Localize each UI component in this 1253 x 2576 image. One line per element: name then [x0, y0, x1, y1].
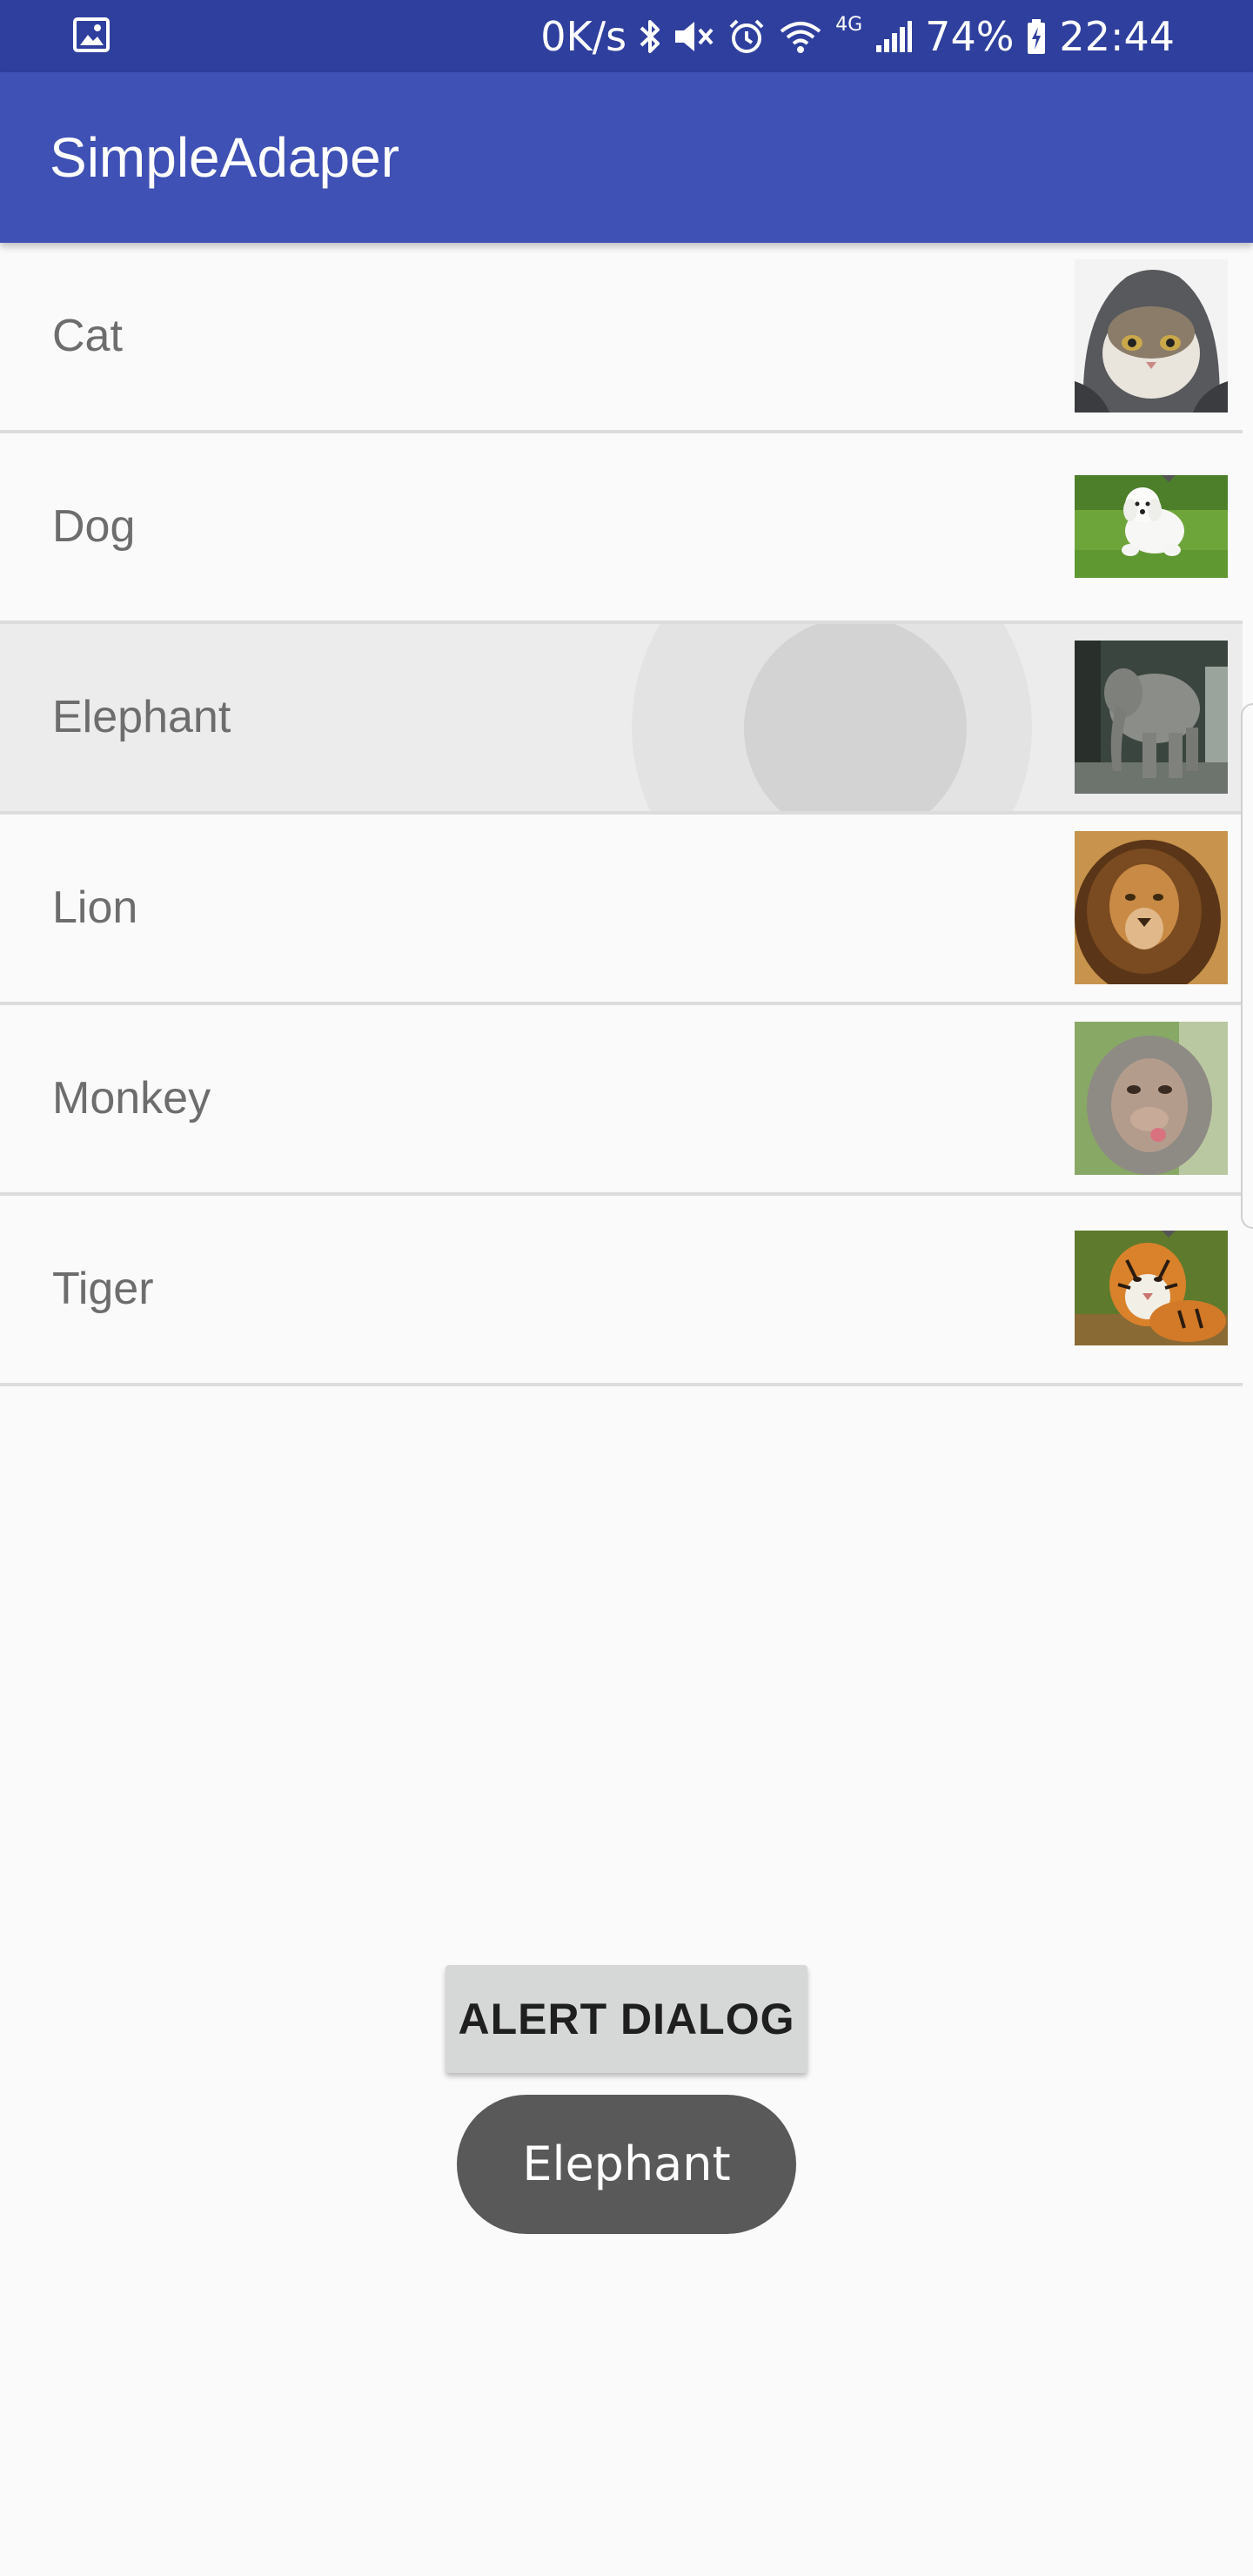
- list-item-lion[interactable]: Lion: [0, 815, 1243, 1005]
- clock: 22:44: [1059, 12, 1175, 60]
- network-speed: 0K/s: [540, 12, 627, 60]
- list-item-elephant[interactable]: Elephant: [0, 624, 1243, 815]
- list-item-label: Dog: [52, 501, 136, 552]
- list-item-label: Monkey: [52, 1073, 211, 1124]
- battery-charging-icon: [1026, 18, 1047, 55]
- list-item-label: Elephant: [52, 692, 231, 742]
- app-bar: SimpleAdaper: [0, 72, 1253, 243]
- status-indicators: 0K/s 4G 74% 22:44: [540, 0, 1175, 72]
- list-item-dog[interactable]: Dog: [0, 433, 1243, 624]
- battery-percent: 74%: [925, 12, 1015, 60]
- 4g-icon: 4G: [835, 14, 863, 36]
- list-item-label: Tiger: [52, 1264, 154, 1314]
- cat-photo: [1075, 259, 1228, 413]
- alarm-icon: [727, 18, 766, 55]
- monkey-photo: [1075, 1022, 1228, 1175]
- list-item-label: Lion: [52, 882, 138, 933]
- toast-message: Elephant: [457, 2095, 796, 2234]
- dog-photo: [1075, 475, 1228, 578]
- list-item-label: Cat: [52, 311, 123, 361]
- bluetooth-icon: [639, 18, 661, 55]
- mute-icon: [673, 19, 715, 54]
- lion-photo: [1075, 831, 1228, 984]
- status-bar: 0K/s 4G 74% 22:44: [0, 0, 1253, 72]
- image-icon: [73, 17, 110, 52]
- animal-list[interactable]: Cat Dog Elephant Lion Monkey Tiger: [0, 243, 1243, 1386]
- touch-ripple-core: [744, 624, 967, 811]
- list-item-monkey[interactable]: Monkey: [0, 1005, 1243, 1196]
- list-item-cat[interactable]: Cat: [0, 243, 1243, 433]
- list-item-tiger[interactable]: Tiger: [0, 1196, 1243, 1386]
- elephant-photo: [1075, 641, 1228, 794]
- tiger-photo: [1075, 1231, 1228, 1345]
- alert-dialog-button[interactable]: ALERT DIALOG: [446, 1965, 807, 2073]
- wifi-icon: [778, 19, 823, 54]
- edge-panel-handle[interactable]: [1241, 703, 1253, 1229]
- signal-icon: [874, 19, 913, 54]
- app-title: SimpleAdaper: [50, 126, 399, 189]
